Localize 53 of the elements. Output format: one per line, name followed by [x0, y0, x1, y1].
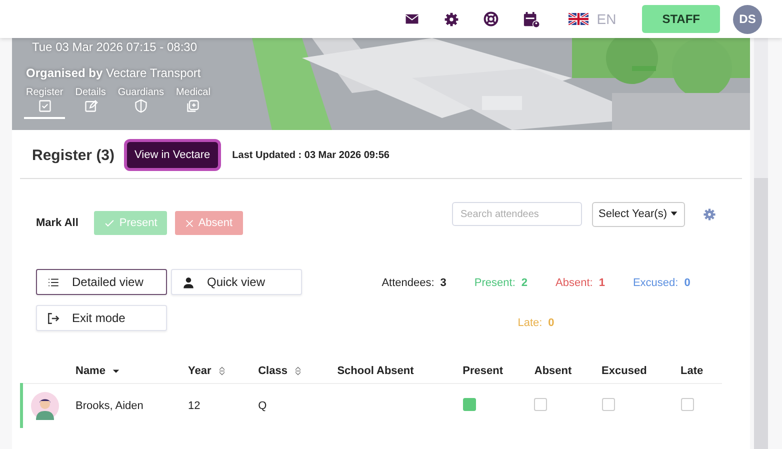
calendar-person-icon [522, 10, 540, 28]
medical-icon [186, 99, 200, 113]
check-icon [104, 218, 116, 228]
close-icon [185, 218, 194, 228]
column-header[interactable]: Year [188, 365, 228, 377]
edit-icon [84, 99, 98, 113]
stat-text: Present: 2 [474, 277, 528, 289]
sort-icon [217, 366, 228, 376]
column-header[interactable]: Late [680, 365, 704, 377]
view-in-vectare-button[interactable]: View in Vectare [126, 142, 218, 168]
year-select[interactable]: Select Year(s) [592, 202, 685, 226]
attendance-checkbox[interactable] [602, 398, 615, 411]
lifebuoy-icon [482, 11, 499, 27]
search-field[interactable]: Search attendees [452, 202, 582, 226]
column-header[interactable]: Class [258, 365, 304, 377]
attendance-checkbox[interactable] [462, 398, 476, 411]
column-header[interactable]: Absent [534, 365, 572, 377]
column-header[interactable]: School Absent [337, 365, 414, 377]
caret-icon [670, 210, 678, 218]
stat-text: Attendees: 3 [382, 277, 446, 289]
list-icon [47, 276, 60, 288]
settings-icon [703, 208, 716, 220]
event-datetime: Tue 03 Mar 2026 07:15 - 08:30 [32, 40, 198, 54]
register-title: Register (3) [32, 146, 115, 164]
view-mode-button[interactable]: Detailed view [36, 269, 167, 295]
mail-icon [404, 12, 420, 26]
person-avatar-icon [31, 392, 59, 420]
attendance-checkbox[interactable] [534, 398, 548, 411]
mark-all-label: Mark All [36, 217, 78, 229]
table-cell: Q [254, 384, 334, 428]
flag-icon [568, 13, 589, 25]
scrollbar-thumb[interactable] [754, 178, 768, 449]
user-avatar[interactable]: DS [733, 4, 762, 34]
column-header[interactable]: Name [76, 365, 122, 377]
stat-text: Excused: 0 [632, 277, 690, 289]
staff-button[interactable]: STAFF [642, 5, 720, 33]
column-header[interactable]: Present [462, 365, 504, 377]
person-icon [182, 276, 195, 288]
exit-icon [47, 312, 60, 324]
column-header[interactable]: Excused [602, 365, 647, 377]
stat-text: Absent: 1 [556, 277, 605, 289]
settings-icon [444, 12, 459, 26]
check-icon [38, 99, 52, 113]
organiser-text: Organised by Vectare Transport [26, 66, 202, 80]
stat-text: Late: 0 [518, 317, 554, 329]
attendance-checkbox[interactable] [680, 398, 694, 411]
last-updated-text: Last Updated : 03 Mar 2026 09:56 [232, 150, 390, 160]
view-mode-button[interactable]: Exit mode [36, 305, 167, 331]
shield-icon [134, 99, 148, 113]
view-mode-button[interactable]: Quick view [171, 269, 302, 295]
table-cell: 12 [184, 384, 254, 428]
sort-icon [293, 366, 304, 376]
table-cell: Brooks, Aiden [72, 384, 184, 428]
